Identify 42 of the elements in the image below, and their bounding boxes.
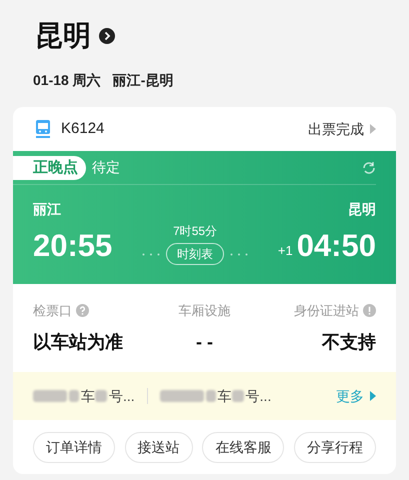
seat-text: 号...	[246, 386, 272, 406]
trip-duration: 7时55分	[173, 223, 218, 240]
redacted-text	[95, 390, 107, 402]
punctuality-value: 待定	[92, 158, 120, 177]
seat-text: 车	[81, 386, 95, 406]
page-title: 昆明	[35, 19, 91, 53]
redacted-text	[160, 390, 204, 402]
caret-icon[interactable]	[370, 391, 376, 401]
info-label: 检票口	[33, 302, 72, 320]
departure-time: 20:55	[33, 227, 112, 265]
redacted-text	[33, 390, 67, 402]
punctuality-label: 正晚点	[13, 156, 86, 180]
trip-route: 丽江-昆明	[112, 71, 174, 90]
action-button[interactable]: 在线客服	[202, 432, 284, 463]
info-icon[interactable]	[363, 304, 376, 318]
info-label: 车厢设施	[178, 302, 230, 320]
seat-text: 车	[218, 386, 232, 406]
action-button[interactable]: 接送站	[124, 432, 193, 463]
day-offset: +1	[278, 242, 293, 260]
trip-date: 01-18 周六	[33, 71, 101, 90]
chevron-circle-icon[interactable]	[99, 28, 115, 44]
departure-station: 丽江	[33, 200, 61, 219]
info-value: - -	[196, 330, 213, 354]
arrival-station: 昆明	[348, 200, 376, 219]
redacted-text	[69, 390, 79, 402]
action-button[interactable]: 订单详情	[33, 432, 115, 463]
arrival-time: 04:50	[296, 227, 376, 265]
caret-icon[interactable]	[370, 124, 376, 134]
redacted-text	[232, 390, 244, 402]
help-icon[interactable]	[76, 304, 89, 318]
redacted-text	[206, 390, 216, 402]
info-label: 身份证进站	[294, 302, 359, 320]
info-value: 不支持	[322, 330, 376, 354]
action-button[interactable]: 分享行程	[294, 432, 376, 463]
info-value: 以车站为准	[33, 330, 123, 354]
seat-text: 号...	[109, 386, 135, 406]
dotted-line	[142, 252, 160, 256]
dotted-line	[230, 252, 248, 256]
train-number: K6124	[61, 118, 104, 139]
train-icon	[33, 119, 53, 139]
refresh-icon[interactable]	[362, 160, 376, 174]
ticket-status[interactable]: 出票完成	[308, 118, 364, 140]
